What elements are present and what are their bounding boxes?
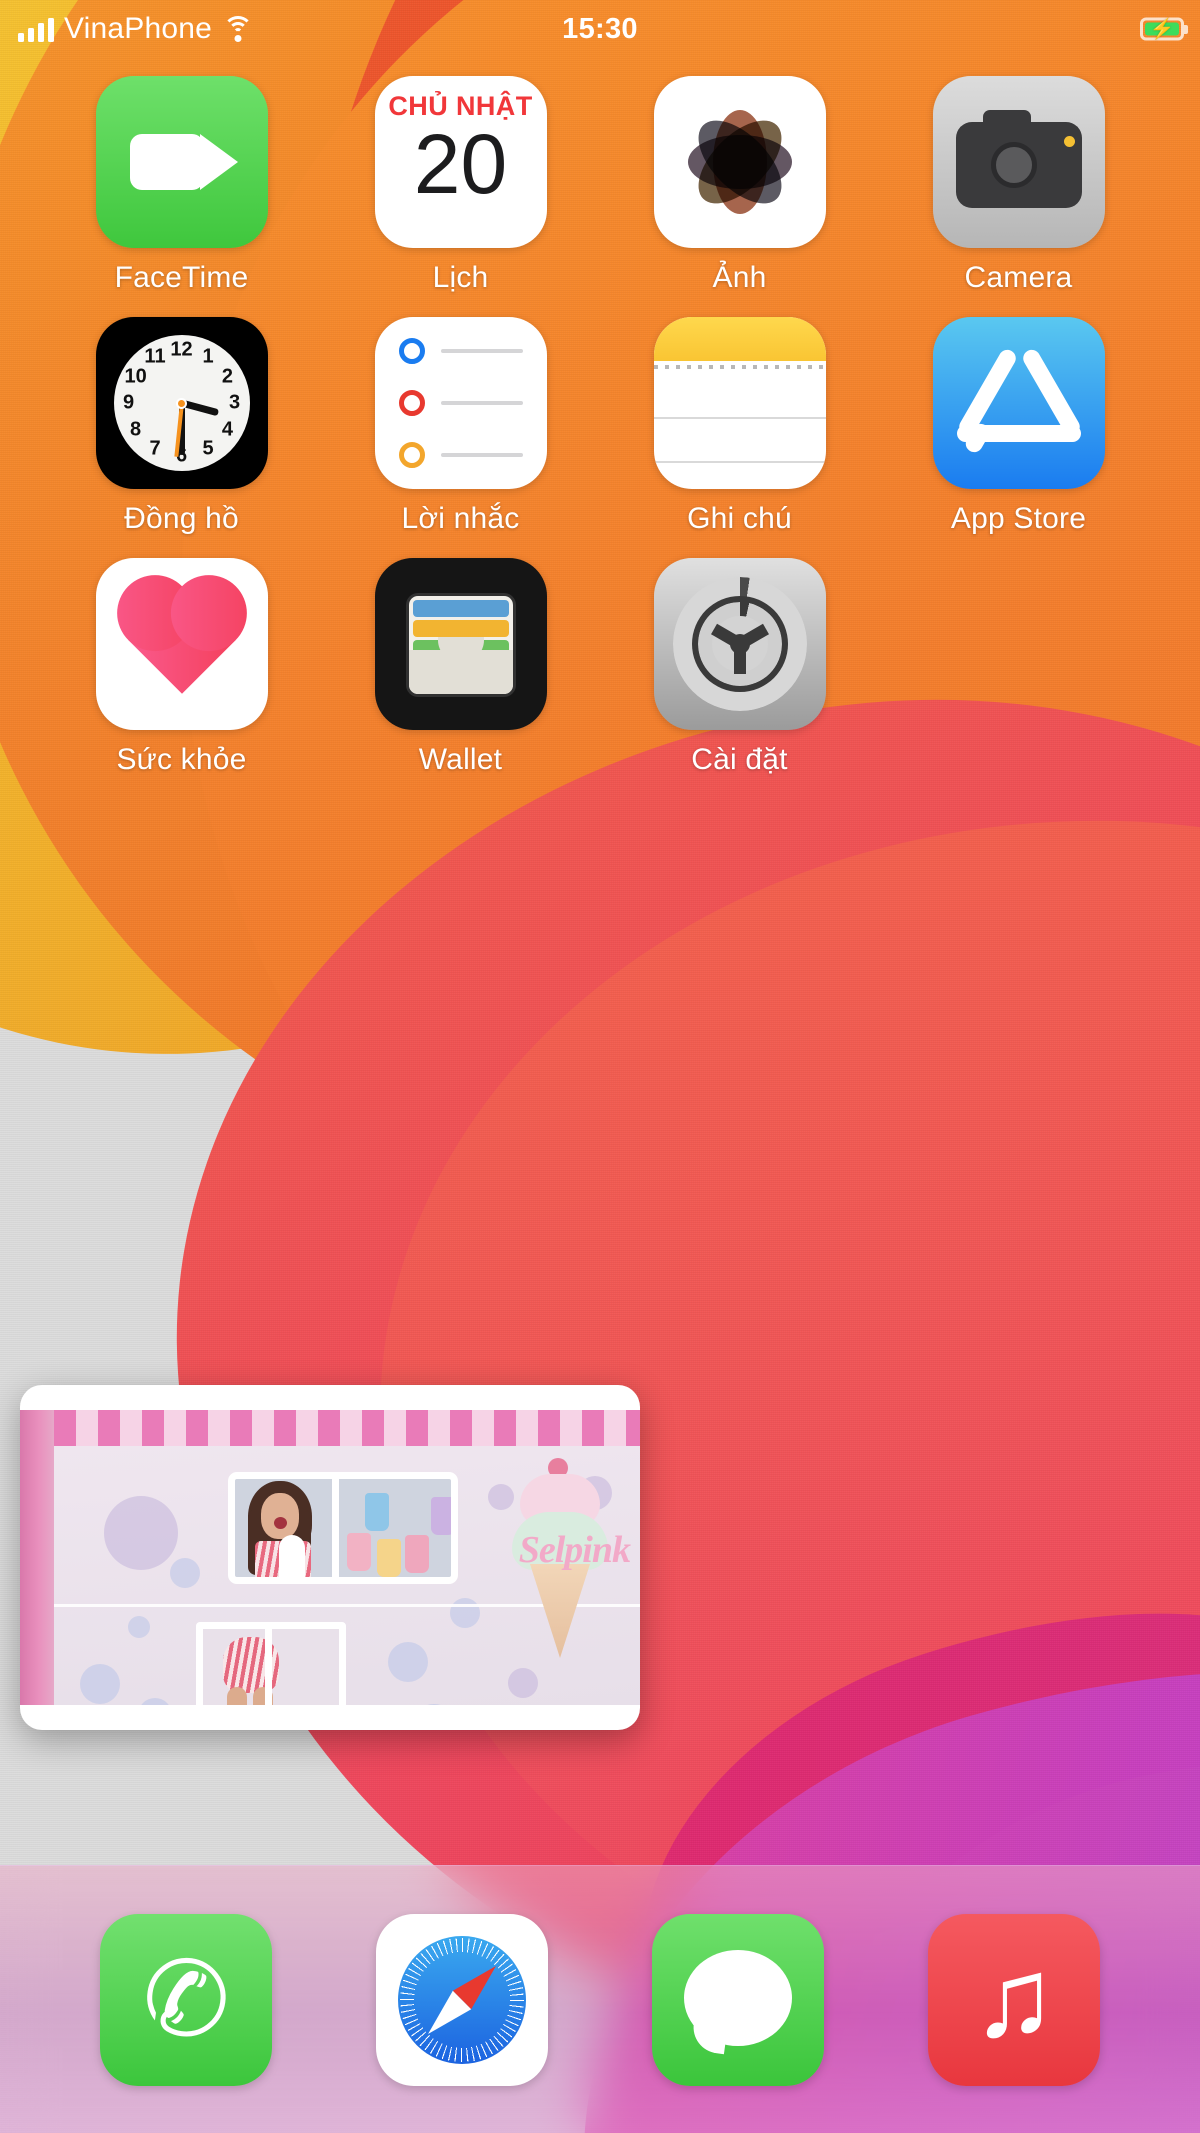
photos-icon[interactable] bbox=[653, 76, 826, 248]
app-label-calendar: Lịch bbox=[432, 261, 489, 294]
dock-app-messages[interactable] bbox=[652, 1913, 824, 2086]
app-label-settings: Cài đặt bbox=[691, 743, 788, 776]
picture-in-picture-player[interactable]: Selpink bbox=[20, 1385, 640, 1730]
app-settings[interactable]: Cài đặt bbox=[600, 558, 879, 777]
app-label-notes: Ghi chú bbox=[687, 502, 792, 535]
status-bar-clock: 15:30 bbox=[562, 12, 638, 45]
clock-numeral: 2 bbox=[221, 365, 233, 387]
camera-icon[interactable] bbox=[932, 76, 1105, 248]
app-label-reminders: Lời nhắc bbox=[401, 502, 520, 535]
battery-charging-icon: ⚡ bbox=[1140, 17, 1184, 41]
calendar-day-number: 20 bbox=[413, 117, 508, 211]
music-note-icon: ♫ bbox=[972, 1934, 1056, 2060]
reminder-row bbox=[398, 390, 523, 416]
wallet-icon[interactable] bbox=[374, 558, 547, 730]
clock-numeral: 8 bbox=[130, 418, 142, 440]
calendar-icon[interactable]: CHỦ NHẬT 20 bbox=[374, 76, 547, 248]
app-clock[interactable]: 12 1 2 3 4 5 6 7 8 9 10 11 Đồng hồ bbox=[42, 317, 321, 536]
clock-icon[interactable]: 12 1 2 3 4 5 6 7 8 9 10 11 bbox=[95, 317, 268, 489]
notes-icon[interactable] bbox=[653, 317, 826, 489]
app-label-app-store: App Store bbox=[950, 502, 1087, 535]
pip-scene-doorway bbox=[196, 1622, 346, 1705]
clock-numeral: 1 bbox=[202, 345, 214, 368]
clock-numeral: 3 bbox=[228, 391, 241, 414]
reminder-line bbox=[440, 453, 523, 457]
app-label-photos: Ảnh bbox=[712, 261, 767, 294]
pip-video-brand-text: Selpink bbox=[518, 1529, 631, 1571]
phone-icon: ✆ bbox=[134, 1936, 238, 2063]
pip-scene-window bbox=[228, 1472, 458, 1584]
clock-numeral: 9 bbox=[122, 391, 135, 414]
app-health[interactable]: Sức khỏe bbox=[42, 558, 321, 777]
dock-app-safari[interactable] bbox=[376, 1913, 548, 2086]
pip-video-frame[interactable]: Selpink bbox=[20, 1410, 640, 1705]
app-grid: FaceTime CHỦ NHẬT 20 Lịch Ảnh Camera 12 1… bbox=[0, 76, 1200, 777]
dock-app-music[interactable]: ♫ bbox=[928, 1913, 1100, 2086]
app-app-store[interactable]: App Store bbox=[879, 317, 1158, 536]
clock-numeral: 11 bbox=[144, 345, 166, 368]
app-label-health: Sức khỏe bbox=[116, 743, 247, 776]
app-camera[interactable]: Camera bbox=[879, 76, 1158, 295]
app-label-clock: Đồng hồ bbox=[124, 502, 239, 535]
reminder-line bbox=[440, 401, 523, 405]
clock-numeral: 12 bbox=[170, 338, 193, 361]
status-bar-right: ⚡ bbox=[1140, 17, 1184, 41]
app-label-facetime: FaceTime bbox=[114, 261, 249, 294]
status-bar: VinaPhone 15:30 ⚡ bbox=[0, 0, 1200, 58]
reminders-icon[interactable] bbox=[374, 317, 547, 489]
app-calendar[interactable]: CHỦ NHẬT 20 Lịch bbox=[321, 76, 600, 295]
clock-numeral: 10 bbox=[124, 365, 147, 387]
clock-numeral: 4 bbox=[221, 418, 233, 440]
reminder-dot-icon bbox=[398, 390, 425, 416]
settings-gear-icon[interactable] bbox=[653, 558, 826, 730]
charging-bolt-icon: ⚡ bbox=[1149, 18, 1175, 40]
dock: ✆ ♫ bbox=[0, 1865, 1200, 2133]
reminder-row bbox=[398, 442, 523, 468]
reminder-dot-icon bbox=[398, 338, 425, 364]
dock-app-phone[interactable]: ✆ bbox=[100, 1913, 272, 2086]
reminder-line bbox=[440, 349, 523, 353]
app-store-icon[interactable] bbox=[932, 317, 1105, 489]
clock-numeral: 5 bbox=[202, 437, 214, 460]
app-facetime[interactable]: FaceTime bbox=[42, 76, 321, 295]
reminder-row bbox=[398, 338, 523, 364]
app-label-camera: Camera bbox=[964, 261, 1073, 294]
clock-numeral: 7 bbox=[149, 437, 161, 460]
app-reminders[interactable]: Lời nhắc bbox=[321, 317, 600, 536]
reminder-dot-icon bbox=[398, 442, 425, 468]
app-photos[interactable]: Ảnh bbox=[600, 76, 879, 295]
facetime-icon[interactable] bbox=[95, 76, 268, 248]
app-notes[interactable]: Ghi chú bbox=[600, 317, 879, 536]
app-label-wallet: Wallet bbox=[418, 743, 503, 776]
app-wallet[interactable]: Wallet bbox=[321, 558, 600, 777]
health-heart-icon[interactable] bbox=[95, 558, 268, 730]
